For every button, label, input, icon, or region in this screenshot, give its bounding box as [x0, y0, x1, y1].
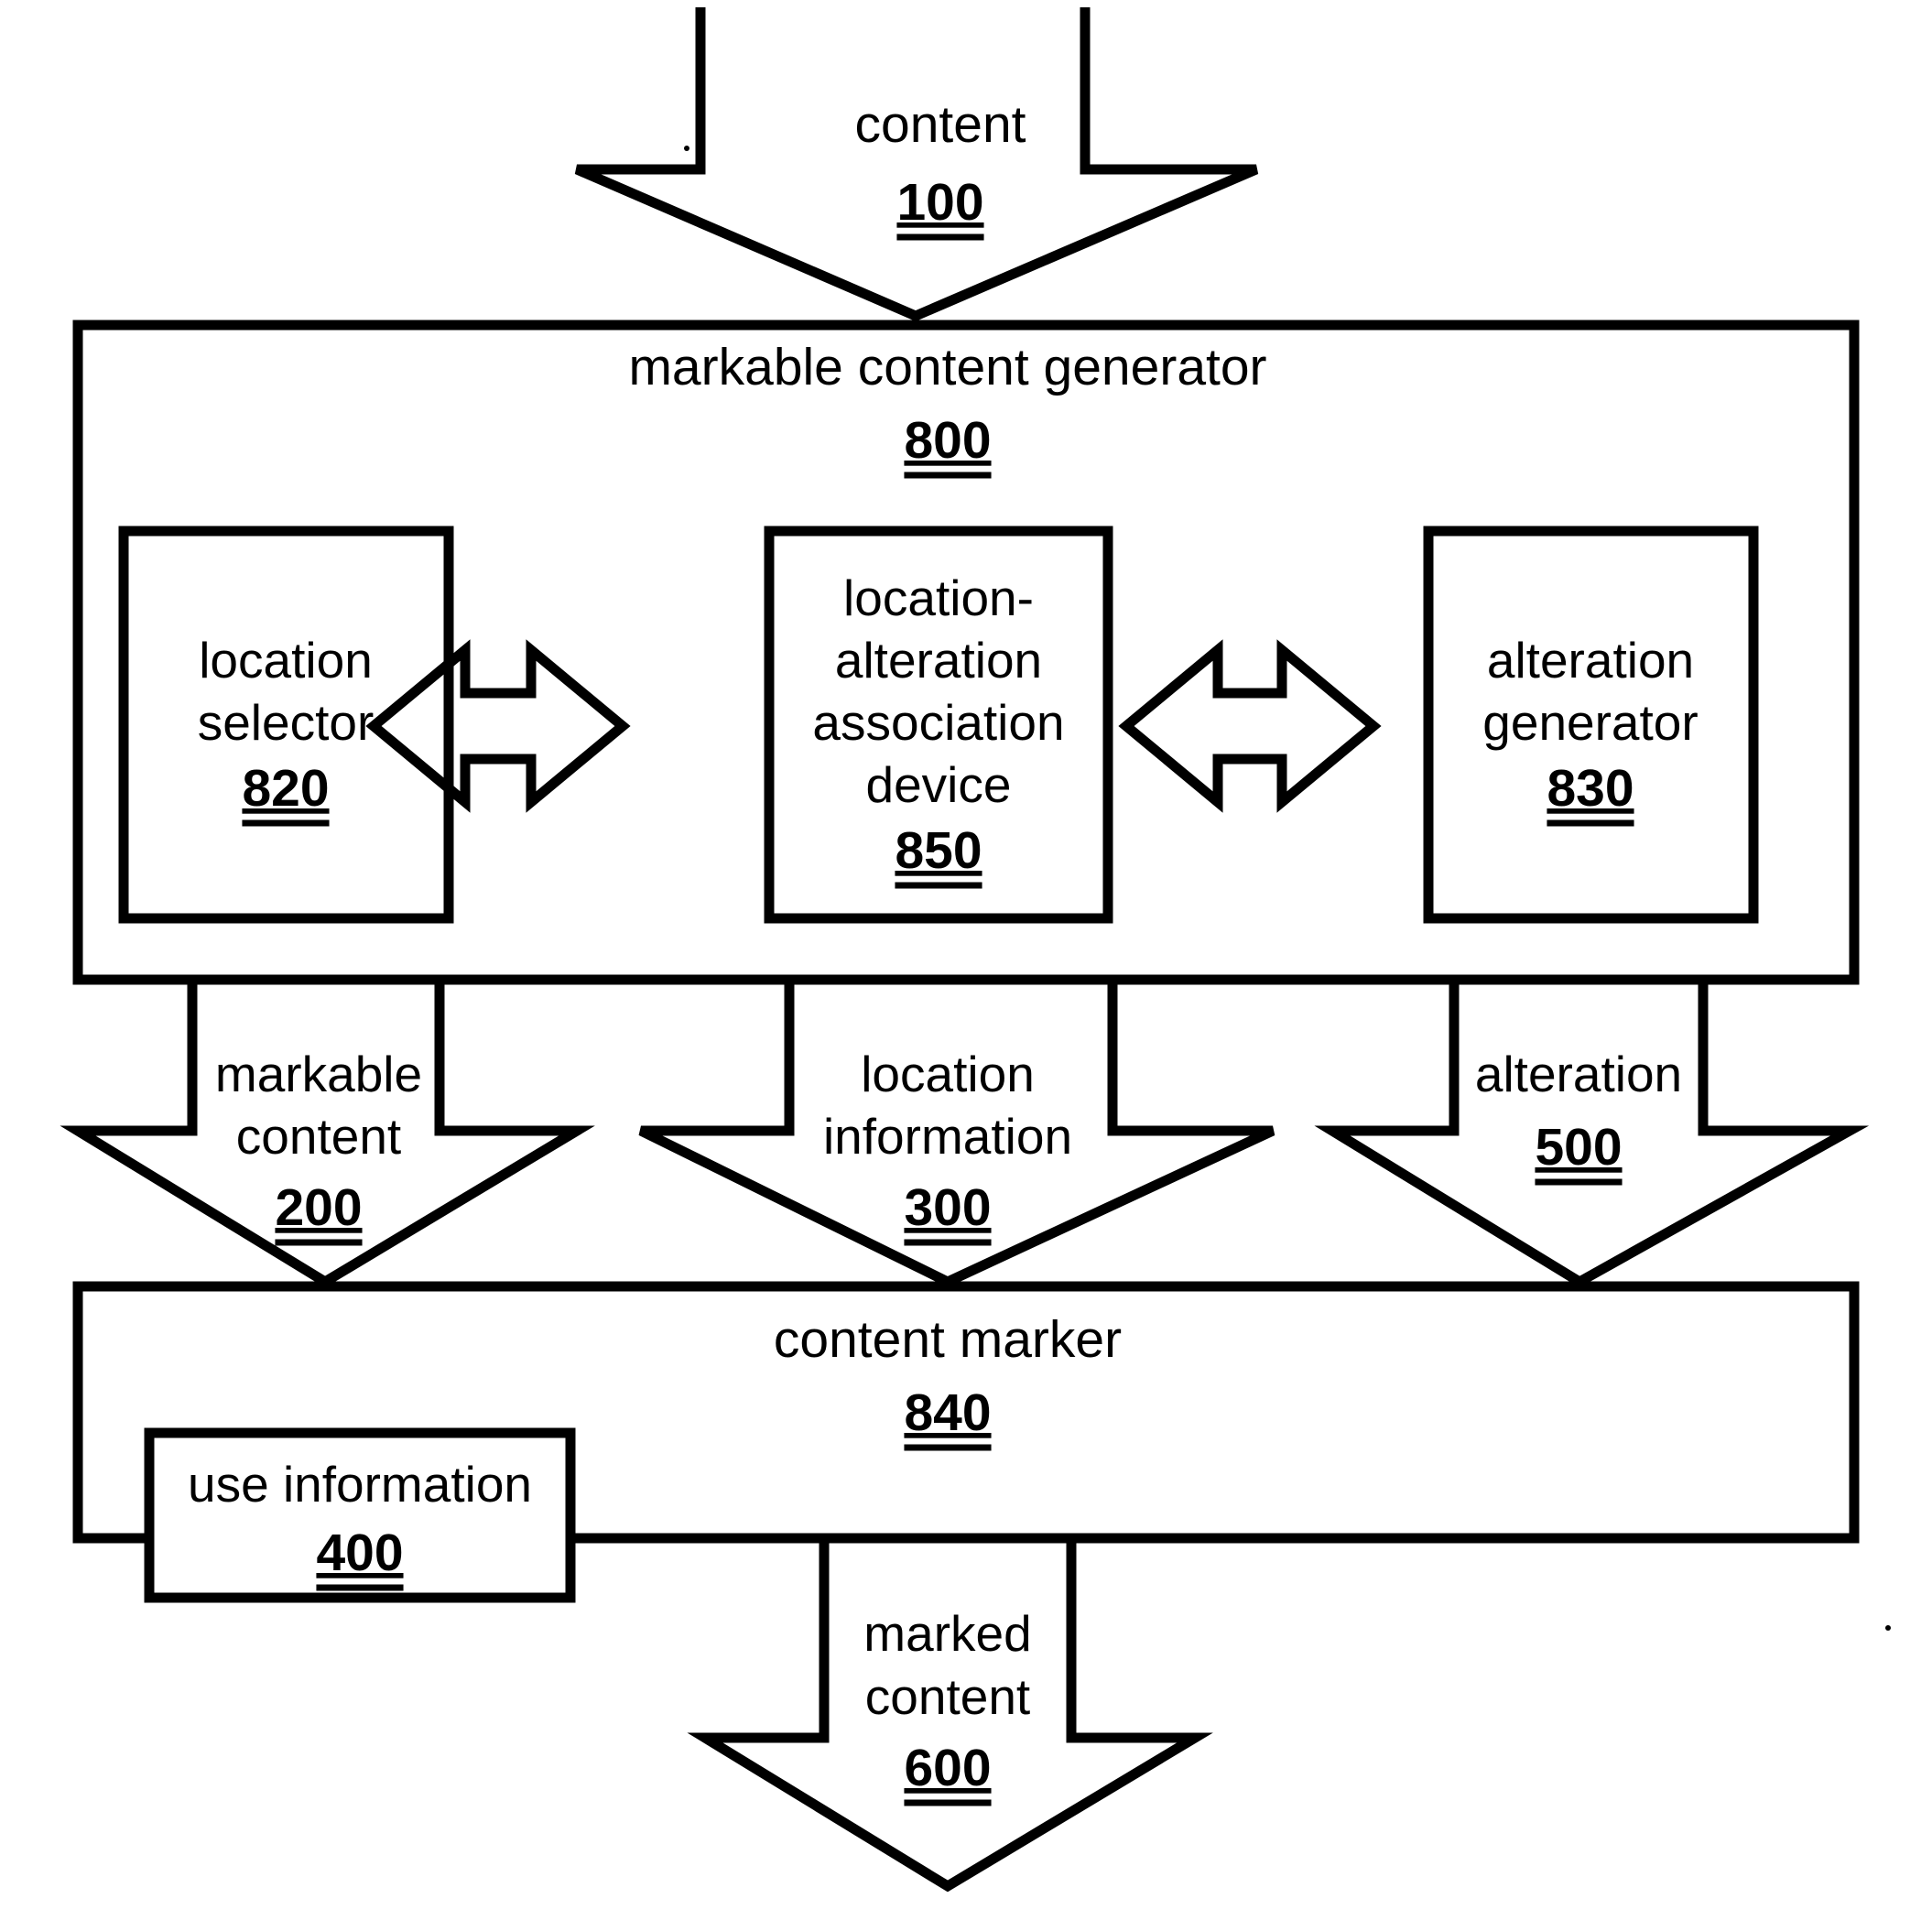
markable-content-line-2: content [236, 1108, 401, 1165]
marked-content-ref: 600 [904, 1739, 991, 1797]
content-marker-title: content marker [774, 1310, 1122, 1369]
marked-content-line-2: content [865, 1668, 1030, 1725]
arrow-content-label: content [855, 95, 1026, 154]
marked-content-line-1: marked [863, 1605, 1031, 1662]
use-information-title: use information [188, 1456, 532, 1513]
location-information-line-2: information [823, 1108, 1072, 1165]
arrow-content-ref: 100 [896, 173, 983, 232]
alteration-line-1: alteration [1475, 1046, 1682, 1102]
scan-artifact-dot-right [1885, 1625, 1891, 1631]
location-selector-line-2: selector [198, 694, 374, 751]
association-device-ref: 850 [895, 821, 982, 880]
alteration-ref: 500 [1535, 1118, 1622, 1177]
generator-title: markable content generator [628, 338, 1266, 396]
alteration-generator-line-2: generator [1482, 694, 1698, 751]
alteration-generator-line-1: alteration [1487, 632, 1694, 689]
generator-ref: 800 [904, 411, 991, 470]
scan-artifact-dot-top [684, 146, 689, 151]
location-selector-line-1: location [199, 632, 373, 689]
arrow-content-in [574, 7, 1259, 321]
alteration-generator-ref: 830 [1547, 759, 1634, 818]
content-marker-ref: 840 [904, 1383, 991, 1442]
association-device-line-3: association [812, 694, 1064, 751]
location-selector-ref: 820 [242, 759, 329, 818]
location-information-ref: 300 [904, 1178, 991, 1237]
association-device-line-1: location- [843, 569, 1034, 626]
location-information-line-1: location [861, 1046, 1035, 1102]
association-device-line-4: device [866, 756, 1012, 813]
patent-figure: content 100 markable content generator 8… [0, 0, 1932, 1909]
diagram-canvas: content 100 markable content generator 8… [60, 7, 1891, 1893]
markable-content-ref: 200 [275, 1178, 362, 1237]
use-information-ref: 400 [316, 1524, 403, 1582]
association-device-line-2: alteration [835, 632, 1042, 689]
markable-content-line-1: markable [215, 1046, 422, 1102]
